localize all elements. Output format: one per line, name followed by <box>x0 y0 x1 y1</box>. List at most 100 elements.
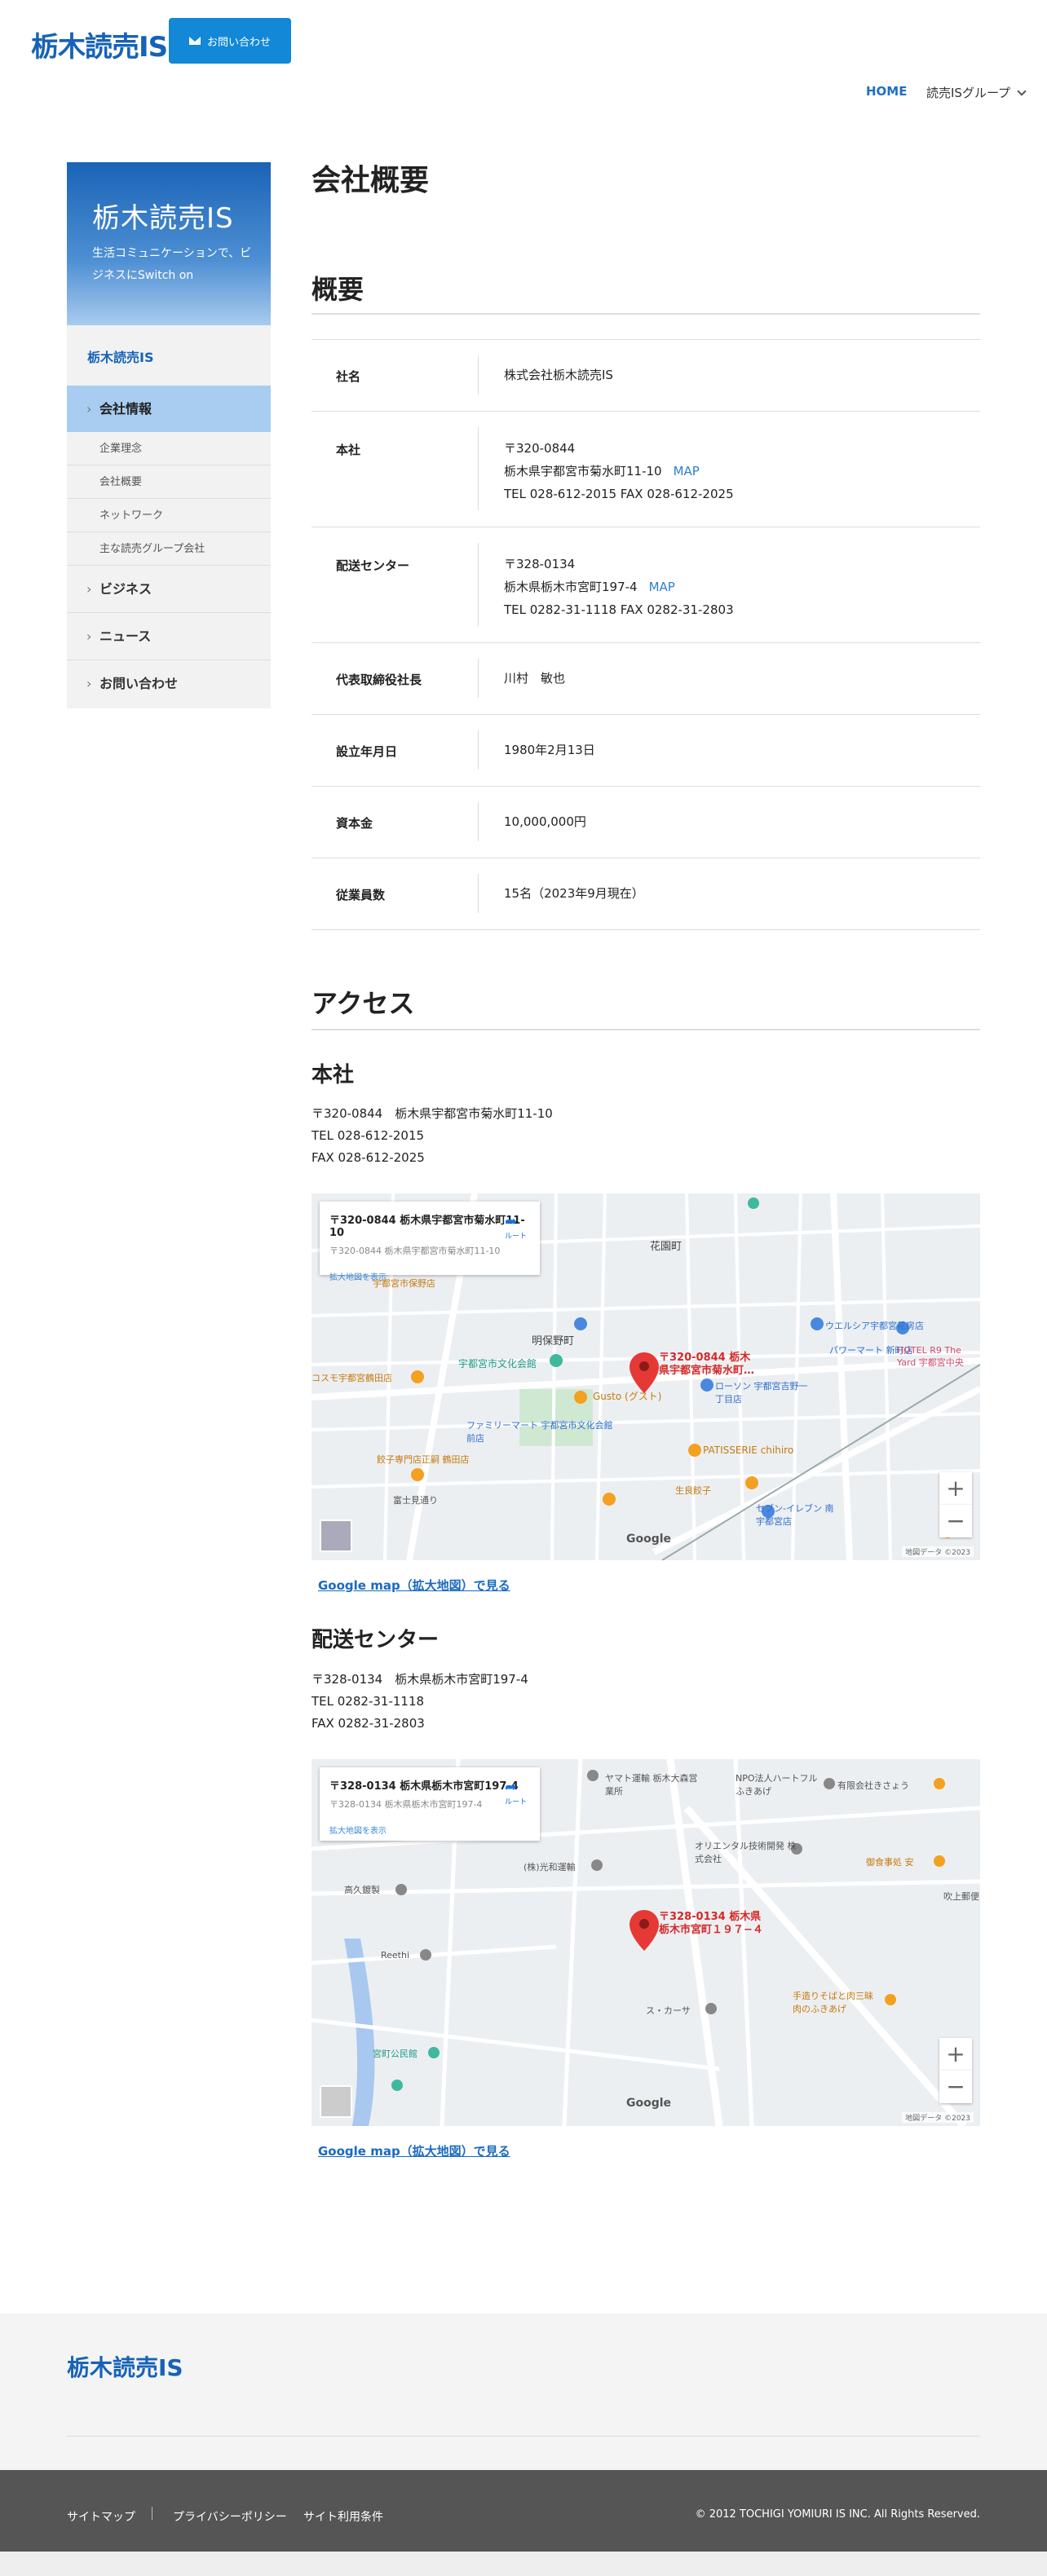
sidebar-subitem-network[interactable]: ネットワーク <box>67 499 271 532</box>
cell-separator <box>478 730 479 770</box>
center-map[interactable]: ヤマト運輸 栃木大森営業所 NPO法人ハートフルふきあげ 有限会社きさょう オリ… <box>311 1759 980 2126</box>
pin-label-line: 〒328-0134 栃木県 <box>659 1911 762 1923</box>
address-line: 栃木県宇都宮市菊水町11-10 MAP <box>504 460 734 483</box>
sidebar-item-news[interactable]: ニュース <box>67 613 271 660</box>
hq-google-map-link[interactable]: Google map（拡大地図）で見る <box>318 1577 510 1594</box>
contact-button[interactable]: お問い合わせ <box>169 18 291 64</box>
sidebar-item-company-info[interactable]: 会社情報 <box>67 386 271 432</box>
zoom-out-button[interactable]: − <box>939 2071 972 2103</box>
sidebar-subitem-group[interactable]: 主な読売グループ会社 <box>67 532 271 566</box>
map-pin-label: 〒328-0134 栃木県 栃木市宮町１９７−４ <box>659 1911 763 1937</box>
map-card-title: 〒328-0134 栃木県栃木市宮町197-4 <box>329 1780 519 1793</box>
footer-logo[interactable]: 栃木読売IS <box>67 2350 183 2383</box>
footer-bottom-strip <box>0 2552 1047 2576</box>
overview-title: 概要 <box>311 274 364 305</box>
table-divider <box>311 642 980 643</box>
map-enlarge-link[interactable]: 拡大地図を表示 <box>329 1270 530 1282</box>
table-label: 配送センター <box>336 558 410 573</box>
divider <box>311 1029 980 1030</box>
table-label: 本社 <box>336 443 361 457</box>
pin-label-line: 栃木市宮町１９７−４ <box>659 1924 763 1936</box>
contact-button-label: お問い合わせ <box>206 36 271 49</box>
table-label: 代表取締役社長 <box>336 673 422 687</box>
table-divider <box>311 714 980 715</box>
site-logo[interactable]: 栃木読売IS <box>31 24 168 64</box>
center-google-map-link[interactable]: Google map（拡大地図）で見る <box>318 2142 510 2159</box>
table-value: 株式会社栃木読売IS <box>504 368 613 382</box>
phone-line: TEL 0282-31-1118 FAX 0282-31-2803 <box>504 602 734 617</box>
map-link[interactable]: MAP <box>674 464 700 479</box>
map-label: セブン-イレブン 南宇都宮店 <box>756 1503 834 1527</box>
table-value: 1980年2月13日 <box>504 743 595 757</box>
map-card-subtitle: 〒320-0844 栃木県宇都宮市菊水町11-10 <box>329 1246 501 1256</box>
map-label: 餃子専門店正嗣 鶴田店 <box>377 1454 470 1465</box>
footer-link-terms[interactable]: サイト利用条件 <box>303 2508 383 2525</box>
map-link[interactable]: MAP <box>649 580 675 594</box>
sidebar-heading[interactable]: 栃木読売IS <box>87 346 153 366</box>
pin-label-line: 県宇都宮市菊水町… <box>659 1365 755 1377</box>
hq-fax: FAX 028-612-2025 <box>311 1150 425 1165</box>
page-title: 会社概要 <box>311 164 430 197</box>
hq-map[interactable]: 花園町 明保野町 宇都宮市文化会館 Gusto (グスト) ローソン 宇都宮吉野… <box>311 1193 980 1560</box>
map-card-title: 〒320-0844 栃木県宇都宮市菊水町11-10 <box>329 1215 525 1239</box>
address-text: 栃木県栃木市宮町197-4 <box>504 580 638 594</box>
sidebar-subitem-overview[interactable]: 会社概要 <box>67 465 271 499</box>
center-address-line: 〒328-0134 栃木県栃木市宮町197-4 <box>311 1672 528 1687</box>
map-label: 宮町公民館 <box>373 2049 417 2059</box>
map-label: 有限会社きさょう <box>837 1780 909 1791</box>
table-label: 社名 <box>336 369 361 384</box>
table-divider <box>311 339 980 340</box>
map-label: ローソン 宇都宮吉野一丁目店 <box>715 1381 808 1405</box>
map-pin-label: 〒320-0844 栃木 県宇都宮市菊水町… <box>659 1352 754 1378</box>
map-enlarge-link[interactable]: 拡大地図を表示 <box>329 1824 530 1836</box>
access-title: アクセス <box>311 988 415 1019</box>
map-label: 富士見通り <box>393 1495 438 1506</box>
sidebar-item-business[interactable]: ビジネス <box>67 566 271 613</box>
chevron-down-icon <box>1017 86 1027 96</box>
cell-separator <box>478 802 479 841</box>
table-value: 10,000,000円 <box>504 814 586 829</box>
map-type-toggle[interactable] <box>320 2085 352 2118</box>
table-label: 設立年月日 <box>336 744 398 759</box>
map-label: 花園町 <box>650 1241 683 1253</box>
sidebar-item-contact[interactable]: お問い合わせ <box>67 660 271 708</box>
map-label: 吹上郵便 <box>943 1891 979 1902</box>
footer-link-sitemap[interactable]: サイトマップ <box>67 2508 135 2525</box>
map-info-card: 〒328-0134 栃木県栃木市宮町197-4 〒328-0134 栃木県栃木市… <box>320 1767 540 1841</box>
zoom-in-button[interactable]: + <box>939 1472 972 1505</box>
cell-separator <box>478 659 479 698</box>
map-label: 高久鍍製 <box>344 1885 380 1895</box>
google-logo: Google <box>626 1533 672 1546</box>
map-type-toggle[interactable] <box>320 1520 352 1552</box>
center-fax: FAX 0282-31-2803 <box>311 1716 425 1731</box>
address-text: 栃木県宇都宮市菊水町11-10 <box>504 464 662 479</box>
map-card-subtitle: 〒328-0134 栃木県栃木市宮町197-4 <box>329 1799 483 1810</box>
map-label: PATISSERIE chihiro <box>703 1445 794 1456</box>
map-label: 明保野町 <box>532 1335 575 1348</box>
map-label: ファミリーマート 宇都宮市文化会館前店 <box>466 1420 613 1444</box>
postal-code: 〒328-0134 <box>504 557 576 571</box>
map-copyright: 地図データ ©2023 <box>902 2112 974 2123</box>
zoom-in-button[interactable]: + <box>939 2038 972 2071</box>
zoom-out-button[interactable]: − <box>939 1505 972 1537</box>
google-logo: Google <box>626 2097 672 2110</box>
directions-icon[interactable]: ➦ ルート <box>505 1213 527 1241</box>
cell-separator <box>478 427 479 510</box>
nav-group[interactable]: 読売ISグループ <box>926 84 1027 101</box>
footer-link-privacy[interactable]: プライバシーポリシー <box>173 2508 287 2525</box>
cell-separator <box>478 543 479 626</box>
cell-separator <box>478 355 479 395</box>
sidebar-hero-subtitle: 生活コミュニケーションで、ビジネスにSwitch on <box>92 247 252 282</box>
map-label: コスモ宇都宮鶴田店 <box>311 1373 392 1383</box>
hq-title: 本社 <box>311 1063 355 1087</box>
map-label: Gusto (グスト) <box>593 1391 662 1402</box>
sidebar-subitem-philosophy[interactable]: 企業理念 <box>67 432 271 465</box>
table-divider <box>311 411 980 412</box>
map-copyright: 地図データ ©2023 <box>902 1546 974 1557</box>
nav-home[interactable]: HOME <box>866 84 907 99</box>
directions-icon[interactable]: ➦ ルート <box>505 1779 527 1806</box>
map-label: (株)光和運輸 <box>524 1862 576 1872</box>
pin-label-line: 〒320-0844 栃木 <box>659 1352 751 1364</box>
directions-label: ルート <box>504 1798 527 1806</box>
table-label: 従業員数 <box>336 888 386 902</box>
